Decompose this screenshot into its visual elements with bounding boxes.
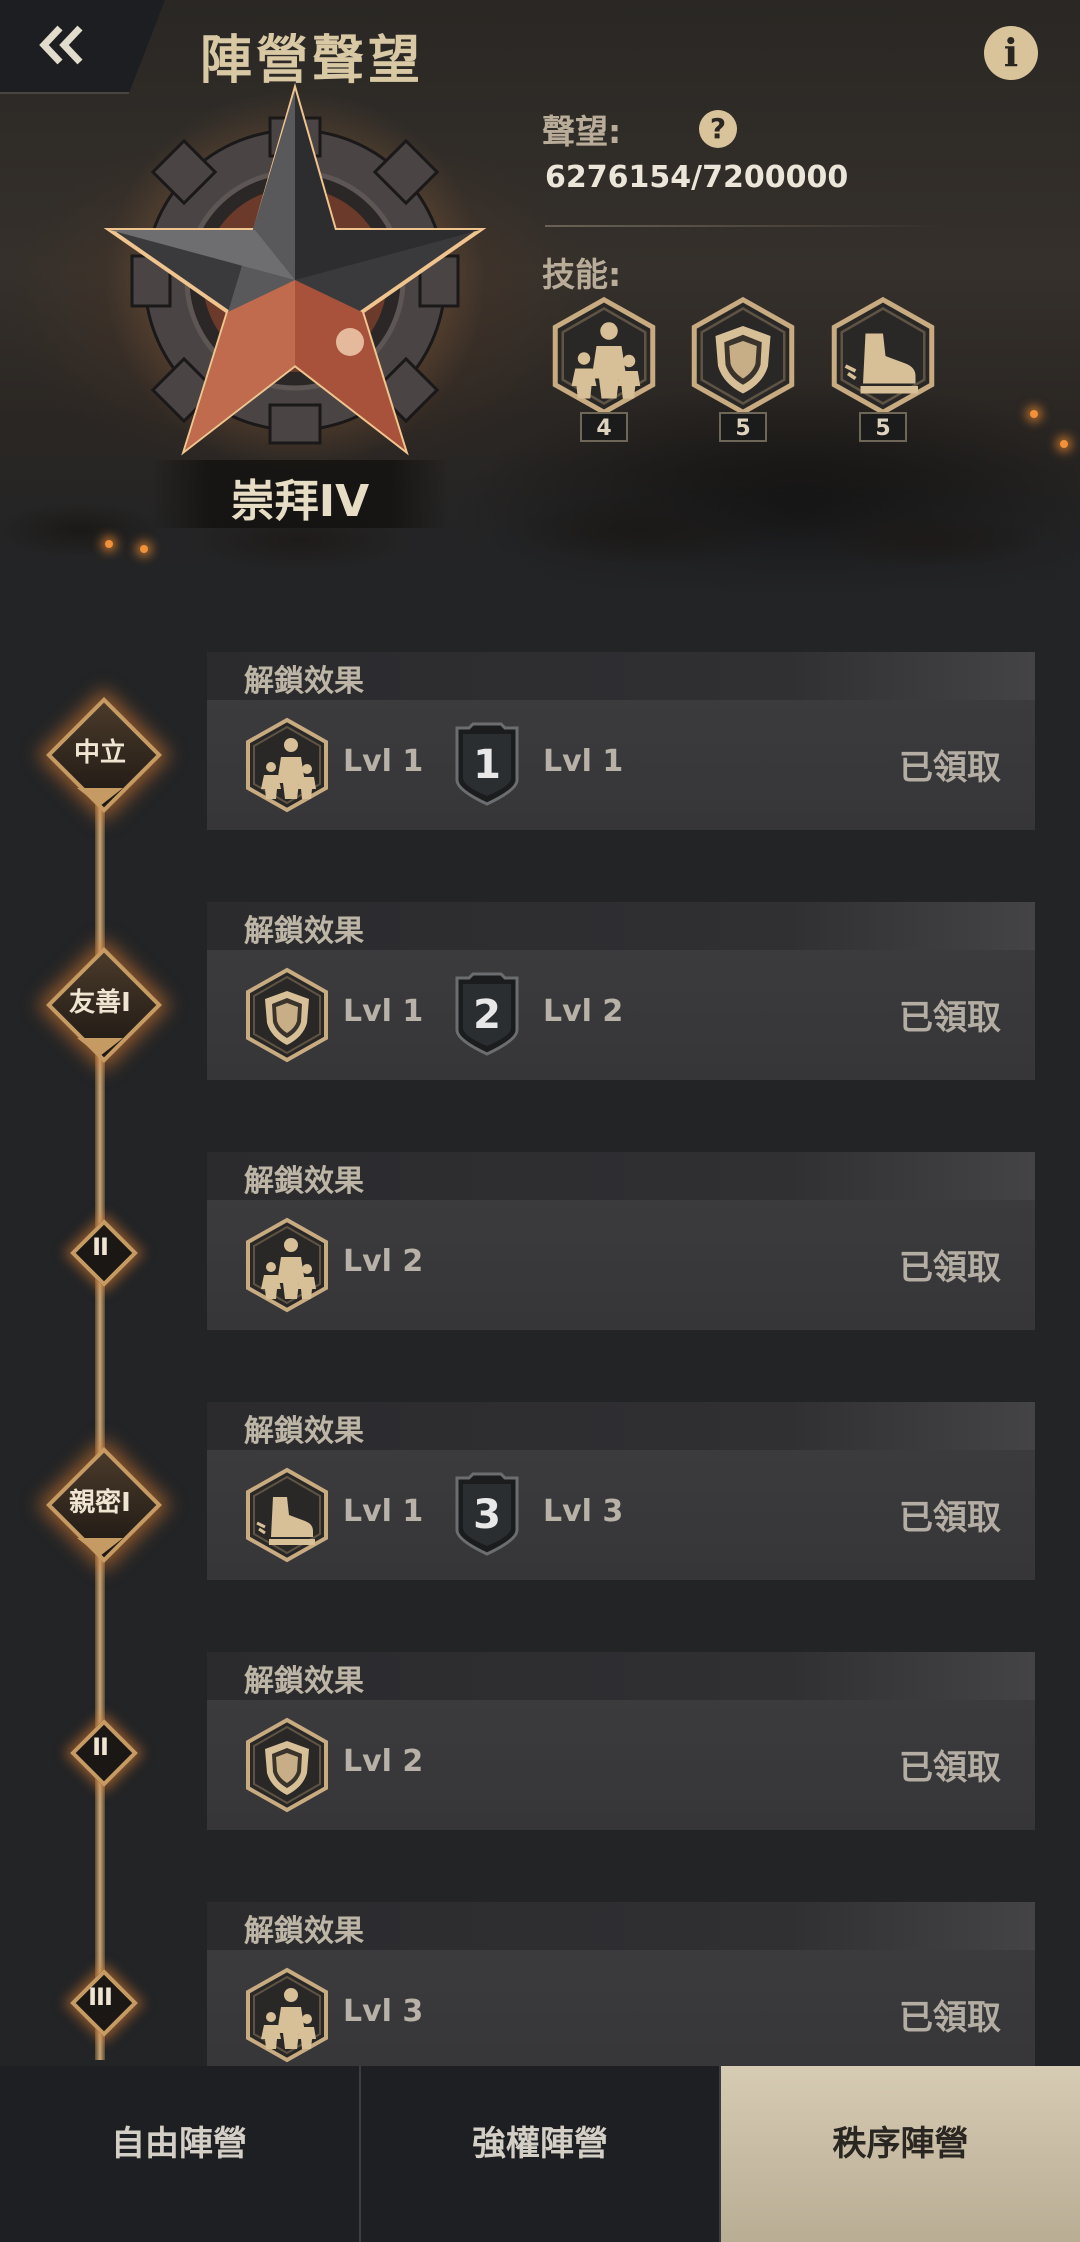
ember-decoration [140, 545, 148, 553]
unlock-card: 解鎖效果 Lvl 1 1 Lvl 1 已領取 [207, 652, 1035, 830]
svg-text:3: 3 [473, 1492, 501, 1538]
card-title: 解鎖效果 [244, 914, 364, 949]
svg-text:1: 1 [473, 742, 501, 788]
skill-shield[interactable]: 5 [689, 296, 797, 442]
card-title: 解鎖效果 [244, 1664, 364, 1699]
timeline-node: III [67, 1966, 138, 2037]
double-chevron-left-icon [39, 25, 83, 65]
reward-level: Lvl 1 [343, 994, 424, 1029]
skill-count: 4 [580, 412, 628, 442]
reputation-value: 6276154/7200000 [545, 160, 849, 195]
unlock-card: 解鎖效果 Lvl 1 3 Lvl 3 已領取 [207, 1402, 1035, 1580]
node-label: II [92, 1233, 109, 1261]
troops-icon [550, 296, 658, 416]
card-title: 解鎖效果 [244, 1414, 364, 1449]
rank-name: 崇拜IV [230, 476, 370, 527]
reward-level: Lvl 1 [343, 1494, 424, 1529]
shield-icon [689, 296, 797, 416]
boot-icon [245, 1467, 329, 1563]
rank-emblem-icon [103, 82, 487, 470]
shield-icon [245, 1717, 329, 1813]
unlock-card: 解鎖效果 Lvl 2 已領取 [207, 1152, 1035, 1330]
timeline-node: 友善I [41, 942, 162, 1063]
claimed-status: 已領取 [899, 1248, 1001, 1288]
skill-count: 5 [719, 412, 767, 442]
faction-tabs: 自由陣營 強權陣營 秩序陣營 [0, 2066, 1080, 2242]
troops-icon [245, 1217, 329, 1313]
card-title: 解鎖效果 [244, 664, 364, 699]
card-title: 解鎖效果 [244, 1164, 364, 1199]
rank-badge-2-icon: 2 [451, 970, 523, 1058]
reward-level: Lvl 3 [543, 1494, 624, 1529]
claimed-status: 已領取 [899, 998, 1001, 1038]
rank-badge-3-icon: 3 [451, 1470, 523, 1558]
unlock-card: 解鎖效果 Lvl 1 2 Lvl 2 已領取 [207, 902, 1035, 1080]
divider [545, 225, 945, 227]
node-label: III [88, 1983, 113, 2011]
tab-label: 自由陣營 [111, 2124, 247, 2164]
reward-level: Lvl 1 [543, 744, 624, 779]
skills-label: 技能: [542, 255, 622, 294]
claimed-status: 已領取 [899, 748, 1001, 788]
tab-label: 強權陣營 [472, 2124, 608, 2164]
troops-icon [245, 717, 329, 813]
troops-icon [245, 1967, 329, 2063]
shield-icon [245, 967, 329, 1063]
info-icon[interactable]: i [984, 26, 1038, 80]
skill-boot[interactable]: 5 [829, 296, 937, 442]
skill-count: 5 [859, 412, 907, 442]
node-label: 中立 [73, 738, 126, 768]
node-label: 親密I [69, 1488, 131, 1518]
timeline-node: II [67, 1716, 138, 1787]
claimed-status: 已領取 [899, 1498, 1001, 1538]
tab-label: 秩序陣營 [832, 2124, 969, 2164]
tab-free-faction[interactable]: 自由陣營 [0, 2066, 358, 2242]
ember-decoration [1030, 410, 1038, 418]
tab-power-faction[interactable]: 強權陣營 [361, 2066, 719, 2242]
svg-text:2: 2 [473, 992, 501, 1038]
ember-decoration [105, 540, 113, 548]
skill-troops[interactable]: 4 [550, 296, 658, 442]
claimed-status: 已領取 [899, 1748, 1001, 1788]
boot-icon [829, 296, 937, 416]
reputation-label: 聲望: [542, 112, 622, 151]
unlock-card: 解鎖效果 Lvl 2 已領取 [207, 1652, 1035, 1830]
node-label: 友善I [69, 988, 131, 1018]
reward-level: Lvl 2 [343, 1744, 424, 1779]
tab-order-faction[interactable]: 秩序陣營 [721, 2066, 1080, 2242]
unlock-card: 解鎖效果 Lvl 3 已領取 [207, 1902, 1035, 2080]
claimed-status: 已領取 [899, 1998, 1001, 2038]
help-icon[interactable]: ? [699, 110, 737, 148]
reward-level: Lvl 2 [343, 1244, 424, 1279]
reward-level: Lvl 3 [343, 1994, 424, 2029]
timeline-node: 親密I [41, 1442, 162, 1563]
timeline-node: II [67, 1216, 138, 1287]
ember-decoration [1060, 440, 1068, 448]
reward-level: Lvl 1 [343, 744, 424, 779]
rank-badge-1-icon: 1 [451, 720, 523, 808]
node-label: II [92, 1733, 109, 1761]
timeline-node: 中立 [41, 692, 162, 813]
card-title: 解鎖效果 [244, 1914, 364, 1949]
reward-level: Lvl 2 [543, 994, 624, 1029]
